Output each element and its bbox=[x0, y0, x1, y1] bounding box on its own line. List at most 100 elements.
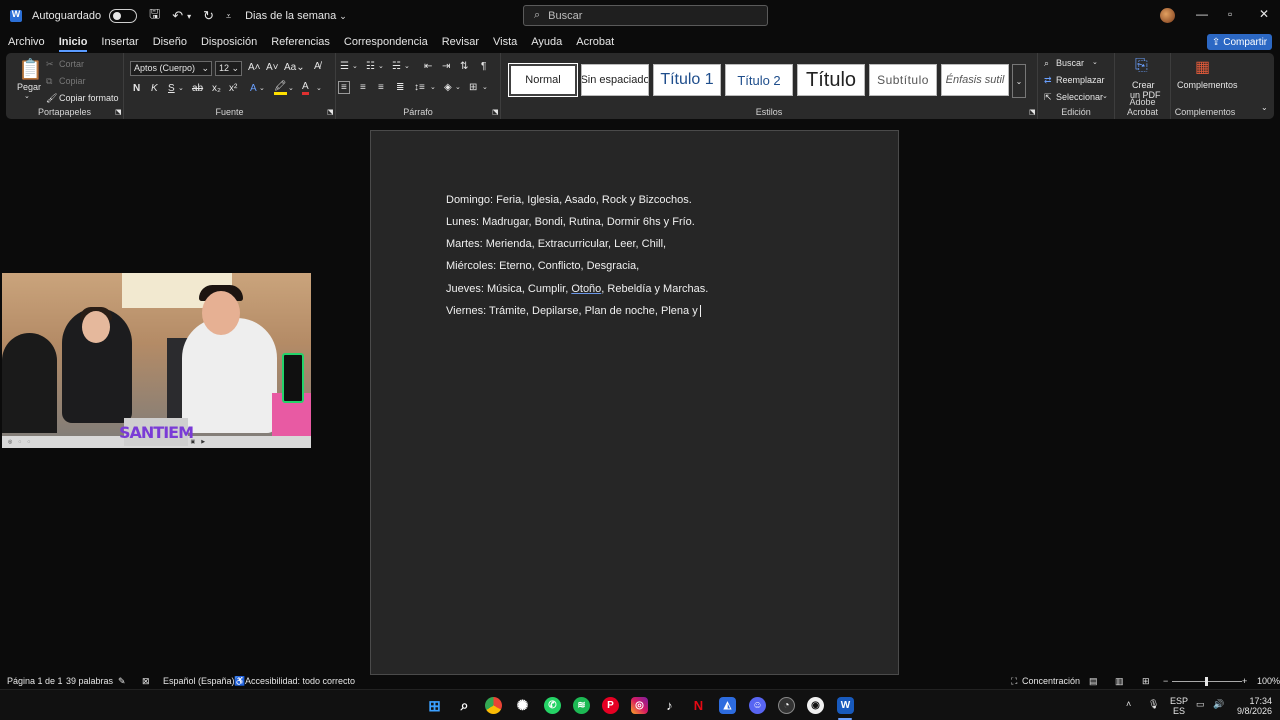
highlight-icon[interactable]: 🖍 bbox=[274, 82, 287, 95]
underline-dropdown-icon[interactable]: ⌄ bbox=[178, 84, 184, 92]
chevron-down-icon[interactable]: ⌄ bbox=[430, 83, 436, 91]
maximize-icon[interactable]: ▫ bbox=[1228, 7, 1232, 21]
style-sin-espaciado[interactable]: Sin espaciado bbox=[581, 64, 649, 96]
create-pdf-label-1[interactable]: Crear bbox=[1132, 80, 1155, 90]
zoom-in-icon[interactable]: + bbox=[1242, 676, 1247, 686]
customize-toolbar-icon[interactable]: ⩡ bbox=[226, 11, 231, 22]
clock[interactable]: 17:34 9/8/2026 bbox=[1232, 696, 1272, 716]
word-count[interactable]: 39 palabras bbox=[66, 676, 113, 686]
minimize-icon[interactable]: — bbox=[1196, 7, 1208, 21]
web-layout-icon[interactable]: ⊞ bbox=[1142, 676, 1150, 687]
language-indicator[interactable]: ESP ES bbox=[1170, 696, 1188, 716]
read-mode-icon[interactable]: ▤ bbox=[1089, 676, 1098, 687]
styles-more-icon[interactable]: ⌄ bbox=[1012, 64, 1026, 98]
paste-dropdown-icon[interactable]: ⌄ bbox=[24, 92, 30, 100]
focus-button[interactable]: Concentración bbox=[1022, 676, 1080, 686]
bold-icon[interactable]: N bbox=[133, 83, 140, 94]
sort-icon[interactable]: ⇅ bbox=[460, 61, 468, 72]
undo-dropdown-icon[interactable]: ▾ bbox=[187, 12, 191, 21]
discord-icon[interactable]: ☺ bbox=[749, 697, 766, 714]
superscript-icon[interactable]: x² bbox=[229, 83, 237, 94]
align-right-icon[interactable]: ≡ bbox=[378, 82, 384, 93]
style-enfasis-sutil[interactable]: Énfasis sutil bbox=[941, 64, 1009, 96]
pinterest-icon[interactable]: P bbox=[602, 697, 619, 714]
autosave-toggle[interactable] bbox=[109, 9, 138, 23]
spotify-icon[interactable]: ≋ bbox=[573, 697, 590, 714]
chrome-icon[interactable] bbox=[485, 697, 502, 714]
underline-icon[interactable]: S bbox=[168, 83, 175, 94]
strikethrough-icon[interactable]: ab bbox=[192, 83, 203, 94]
numbering-icon[interactable]: ☷ bbox=[366, 61, 375, 72]
dialog-launcher-icon[interactable]: ⬔ bbox=[327, 108, 334, 116]
pilcrow-icon[interactable]: ¶ bbox=[481, 61, 486, 72]
style-titulo[interactable]: Título bbox=[797, 64, 865, 96]
replace-button[interactable]: Reemplazar bbox=[1056, 75, 1105, 85]
style-titulo-2[interactable]: Título 2 bbox=[725, 64, 793, 96]
tab-ayuda[interactable]: Ayuda bbox=[531, 36, 562, 48]
document-page[interactable]: Domingo: Feria, Iglesia, Asado, Rock y B… bbox=[370, 130, 899, 675]
grow-font-icon[interactable]: A˄ bbox=[248, 62, 261, 73]
tab-insertar[interactable]: Insertar bbox=[101, 36, 138, 48]
share-button[interactable]: ⇪ Compartir bbox=[1207, 34, 1272, 50]
create-pdf-icon[interactable]: ⎘ bbox=[1135, 57, 1148, 75]
italic-icon[interactable]: K bbox=[151, 83, 158, 94]
accessibility-status[interactable]: Accesibilidad: todo correcto bbox=[245, 676, 355, 686]
clear-formatting-icon[interactable]: A̸ bbox=[314, 61, 321, 72]
zoom-level[interactable]: 100% bbox=[1257, 676, 1280, 686]
doc-line-viernes[interactable]: Viernes: Trámite, Depilarse, Plan de noc… bbox=[446, 305, 701, 318]
align-center-icon[interactable]: ≡ bbox=[360, 82, 366, 93]
text-effects-icon[interactable]: A bbox=[250, 83, 257, 94]
style-titulo-1[interactable]: Título 1 bbox=[653, 64, 721, 96]
word-taskbar-icon[interactable]: W bbox=[837, 697, 854, 714]
copy-button[interactable]: Copiar bbox=[59, 76, 86, 86]
doc-line-domingo[interactable]: Domingo: Feria, Iglesia, Asado, Rock y B… bbox=[446, 194, 692, 206]
instagram-icon[interactable]: ◎ bbox=[631, 697, 648, 714]
display-icon[interactable]: ▭ bbox=[1196, 699, 1205, 709]
align-left-icon[interactable]: ≡ bbox=[338, 81, 350, 94]
collapse-ribbon-icon[interactable]: ⌄ bbox=[1261, 103, 1268, 112]
chevron-down-icon[interactable]: ⌄ bbox=[259, 84, 265, 92]
doc-line-martes[interactable]: Martes: Merienda, Extracurricular, Leer,… bbox=[446, 238, 666, 250]
doc-line-lunes[interactable]: Lunes: Madrugar, Bondi, Rutina, Dormir 6… bbox=[446, 216, 695, 228]
paste-icon[interactable]: 📋 bbox=[18, 57, 43, 82]
obs-icon[interactable]: ◉ bbox=[807, 697, 824, 714]
save-icon[interactable]: 🖫 bbox=[149, 5, 160, 27]
tab-disposicion[interactable]: Disposición bbox=[201, 36, 257, 48]
page-count[interactable]: Página 1 de 1 bbox=[7, 676, 63, 686]
chevron-down-icon[interactable]: ⌄ bbox=[1092, 58, 1098, 66]
style-subtitulo[interactable]: Subtítulo bbox=[869, 64, 937, 96]
addins-icon[interactable]: ▦ bbox=[1195, 57, 1210, 77]
tab-diseno[interactable]: Diseño bbox=[153, 36, 187, 48]
tab-acrobat[interactable]: Acrobat bbox=[576, 36, 614, 48]
tray-overflow-icon[interactable]: ˄ bbox=[1126, 699, 1131, 709]
search-icon[interactable]: ⌕ bbox=[456, 697, 473, 714]
select-button[interactable]: Seleccionar bbox=[1056, 92, 1103, 102]
store-icon[interactable]: ◭ bbox=[719, 697, 736, 714]
font-size-select[interactable]: 12 ⌄ bbox=[215, 61, 242, 76]
netflix-icon[interactable]: N bbox=[690, 697, 707, 714]
dialog-launcher-icon[interactable]: ⬔ bbox=[492, 108, 499, 116]
multilevel-list-icon[interactable]: ☵ bbox=[392, 61, 401, 72]
chatgpt-icon[interactable]: ✺ bbox=[514, 697, 531, 714]
decrease-indent-icon[interactable]: ⇤ bbox=[424, 61, 432, 72]
tab-archivo[interactable]: Archivo bbox=[8, 36, 45, 48]
paste-button[interactable]: Pegar bbox=[17, 82, 41, 92]
chevron-down-icon[interactable]: ⌄ bbox=[316, 84, 322, 92]
addins-button[interactable]: Complementos bbox=[1177, 80, 1238, 90]
undo-icon[interactable]: ↶ bbox=[172, 8, 183, 24]
chevron-down-icon[interactable]: ⌄ bbox=[1102, 92, 1108, 100]
tab-vista[interactable]: Vista bbox=[493, 36, 517, 48]
justify-icon[interactable]: ≣ bbox=[396, 82, 404, 93]
change-case-icon[interactable]: Aa⌄ bbox=[284, 62, 305, 73]
tab-inicio[interactable]: Inicio bbox=[58, 36, 87, 52]
increase-indent-icon[interactable]: ⇥ bbox=[442, 61, 450, 72]
tab-referencias[interactable]: Referencias bbox=[271, 36, 330, 48]
bullets-icon[interactable]: ☰ bbox=[340, 61, 349, 72]
spelling-flagged-word[interactable]: Otoño bbox=[571, 283, 601, 295]
document-title[interactable]: Dias de la semana ⌄ bbox=[245, 10, 347, 22]
chevron-down-icon[interactable]: ⌄ bbox=[404, 62, 410, 70]
subscript-icon[interactable]: x₂ bbox=[212, 83, 221, 94]
app-icon[interactable]: ◔ bbox=[778, 697, 795, 714]
cut-button[interactable]: Cortar bbox=[59, 59, 84, 69]
line-spacing-icon[interactable]: ↕≡ bbox=[414, 82, 425, 93]
